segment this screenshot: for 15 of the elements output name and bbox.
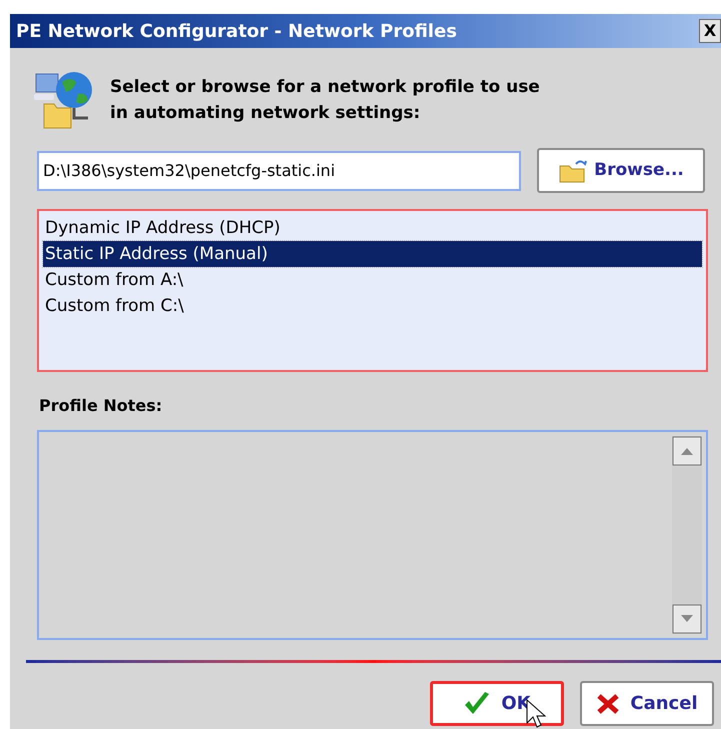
x-icon bbox=[596, 692, 620, 714]
close-button[interactable]: X bbox=[699, 19, 721, 43]
profile-item[interactable]: Static IP Address (Manual) bbox=[43, 241, 702, 267]
scrollbar[interactable] bbox=[672, 436, 702, 634]
folder-icon bbox=[558, 158, 588, 184]
browse-button[interactable]: Browse... bbox=[537, 148, 705, 193]
profile-item[interactable]: Dynamic IP Address (DHCP) bbox=[43, 215, 702, 241]
window-title: PE Network Configurator - Network Profiles bbox=[16, 20, 457, 44]
instruction-text: Select or browse for a network profile to use in automating network settings: bbox=[110, 76, 541, 125]
profile-item[interactable]: Custom from A:\ bbox=[43, 267, 702, 293]
checkmark-icon bbox=[463, 692, 492, 716]
path-field[interactable]: D:\I386\system32\penetcfg-static.ini bbox=[37, 150, 521, 190]
profile-item[interactable]: Custom from C:\ bbox=[43, 293, 702, 319]
notes-label: Profile Notes: bbox=[39, 395, 164, 417]
cancel-button[interactable]: Cancel bbox=[580, 681, 714, 726]
